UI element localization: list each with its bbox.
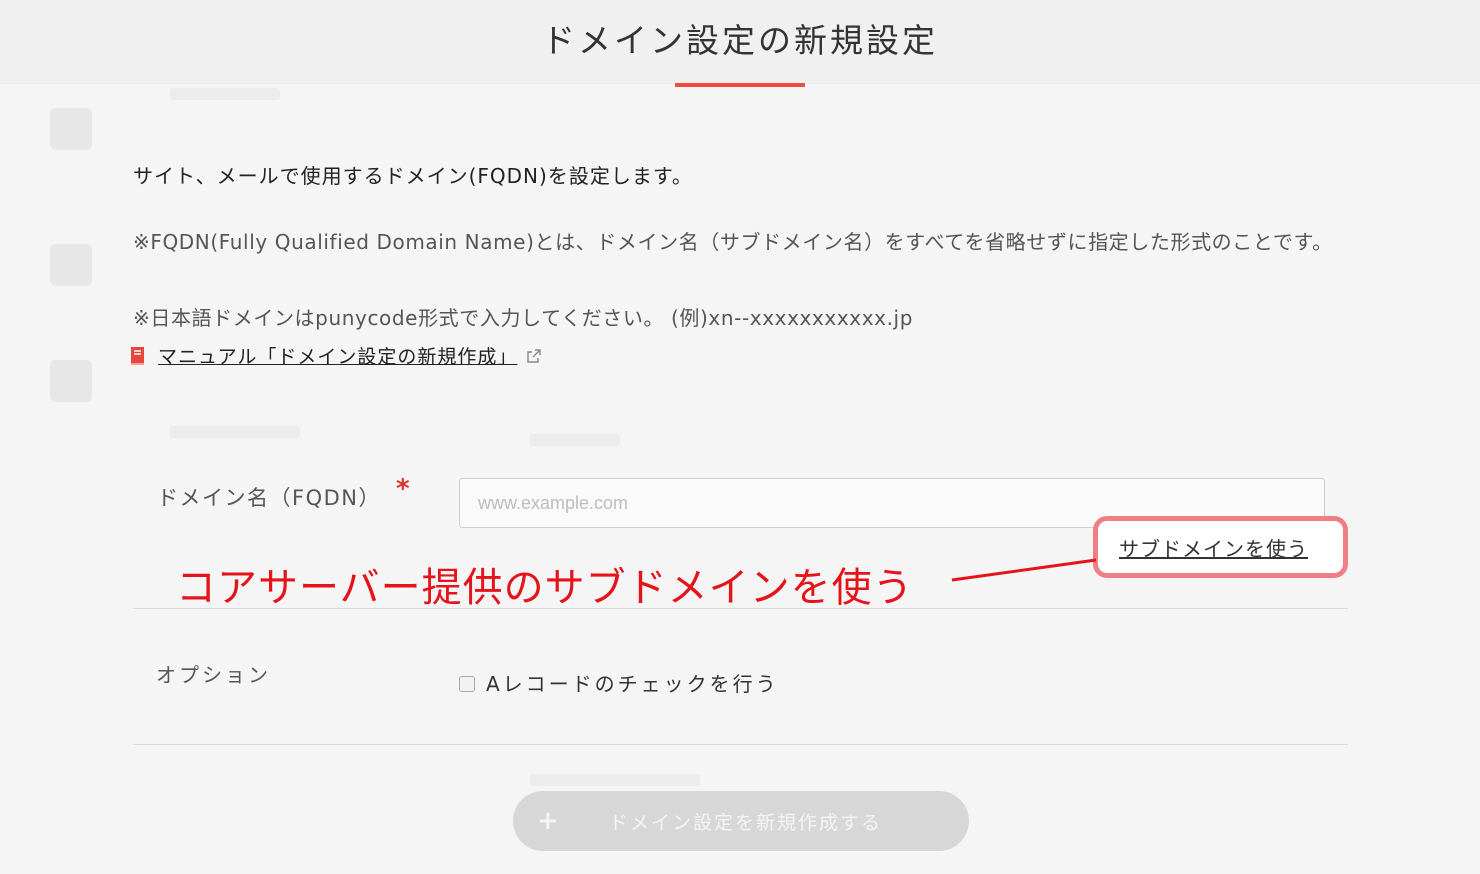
manual-book-icon	[131, 346, 144, 365]
divider	[133, 608, 1348, 609]
use-subdomain-link[interactable]: サブドメインを使う	[1119, 533, 1308, 562]
external-link-icon	[527, 348, 542, 363]
a-record-check-checkbox[interactable]	[459, 676, 475, 692]
annotation-text: コアサーバー提供のサブドメインを使う	[176, 565, 914, 611]
manual-link-row: マニュアル「ドメイン設定の新規作成」	[128, 342, 543, 369]
japanese-domain-note: ※日本語ドメインはpunycode形式で入力してください。 (例)xn--xxx…	[133, 306, 913, 330]
create-domain-setting-button[interactable]: + ドメイン設定を新規作成する	[513, 791, 969, 851]
intro-text: サイト、メールで使用するドメイン(FQDN)を設定します。	[133, 164, 693, 188]
annotation-arrow	[951, 558, 1097, 582]
domain-name-label: ドメイン名（FQDN）	[157, 486, 381, 510]
title-underline	[675, 83, 805, 87]
divider	[133, 744, 1348, 745]
required-mark: *	[396, 474, 410, 504]
fqdn-note: ※FQDN(Fully Qualified Domain Name)とは、ドメイ…	[133, 230, 1333, 254]
manual-link[interactable]: マニュアル「ドメイン設定の新規作成」	[158, 342, 517, 369]
option-label: オプション	[156, 663, 271, 687]
domain-setting-dialog: ドメイン設定の新規設定 サイト、メールで使用するドメイン(FQDN)を設定します…	[0, 0, 1480, 874]
a-record-check-label[interactable]: Aレコードのチェックを行う	[486, 668, 779, 697]
page-title: ドメイン設定の新規設定	[542, 21, 938, 60]
plus-icon: +	[537, 806, 561, 836]
create-button-label: ドメイン設定を新規作成する	[609, 811, 883, 834]
